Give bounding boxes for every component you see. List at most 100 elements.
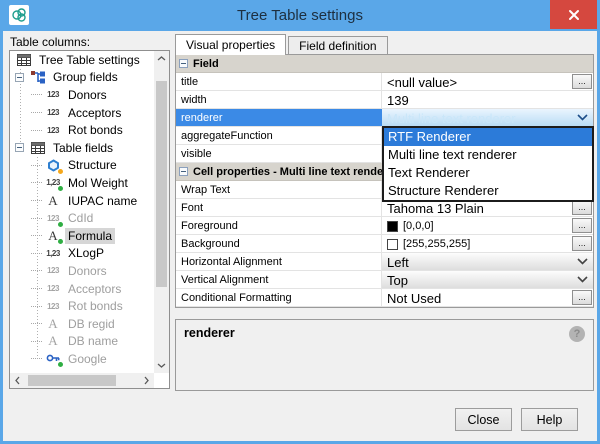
- property-value[interactable]: [0,0,0] ...: [382, 217, 593, 234]
- close-icon: [568, 9, 580, 21]
- table-columns-label: Table columns:: [10, 35, 90, 49]
- collapse-expander-icon[interactable]: [15, 143, 24, 152]
- dropdown-item-text-renderer[interactable]: Text Renderer: [384, 164, 592, 182]
- decimal-icon: 1,23: [44, 246, 62, 261]
- text-icon: A: [44, 193, 62, 208]
- renderer-combobox[interactable]: Multi line text renderer: [382, 109, 593, 126]
- scroll-down-icon[interactable]: [154, 358, 169, 373]
- property-row-background: Background [255,255,255] ...: [176, 235, 593, 253]
- property-label[interactable]: Horizontal Alignment: [176, 253, 382, 270]
- ellipsis-button[interactable]: ...: [572, 200, 592, 215]
- dropdown-item-multi-line-text-renderer[interactable]: Multi line text renderer: [384, 146, 592, 164]
- tree-item-mol-weight[interactable]: 1,23 Mol Weight: [10, 174, 154, 192]
- scroll-left-icon[interactable]: [10, 373, 25, 388]
- group-header-field[interactable]: Field: [176, 55, 593, 73]
- tree-item-donors[interactable]: 123 Donors: [10, 86, 154, 104]
- tree-item-google[interactable]: Google: [10, 350, 154, 368]
- tree-item-structure[interactable]: Structure: [10, 157, 154, 175]
- scrollbar-thumb[interactable]: [156, 81, 167, 287]
- title-bar[interactable]: Tree Table settings: [0, 0, 600, 31]
- renderer-dropdown-list: RTF Renderer Multi line text renderer Te…: [382, 126, 594, 202]
- key-icon: [44, 351, 62, 366]
- text-icon: A: [44, 334, 62, 349]
- help-button[interactable]: Help: [521, 408, 578, 431]
- property-label[interactable]: Conditional Formatting: [176, 289, 382, 306]
- property-label[interactable]: Wrap Text: [176, 181, 382, 198]
- collapse-expander-icon[interactable]: [15, 73, 24, 82]
- tree-item-tree-table-settings[interactable]: Tree Table settings: [10, 51, 154, 69]
- help-icon[interactable]: ?: [569, 326, 585, 342]
- tree-item-acceptors-2[interactable]: 123 Acceptors: [10, 280, 154, 298]
- scrollbar-thumb[interactable]: [28, 375, 116, 386]
- tree-item-cdid[interactable]: 123 CdId: [10, 209, 154, 227]
- window-title: Tree Table settings: [0, 7, 600, 24]
- property-row-foreground: Foreground [0,0,0] ...: [176, 217, 593, 235]
- property-value[interactable]: [255,255,255] ...: [382, 235, 593, 252]
- close-window-button[interactable]: [550, 0, 597, 29]
- property-label[interactable]: Vertical Alignment: [176, 271, 382, 288]
- tree-item-table-fields[interactable]: Table fields: [10, 139, 154, 157]
- collapse-group-icon[interactable]: [179, 59, 188, 68]
- tree-item-group-fields[interactable]: Group fields: [10, 69, 154, 87]
- property-label[interactable]: aggregateFunction: [176, 127, 382, 144]
- ellipsis-button[interactable]: ...: [572, 290, 592, 305]
- tab-visual-properties[interactable]: Visual properties: [175, 34, 286, 55]
- horizontal-alignment-combobox[interactable]: Left: [382, 253, 593, 270]
- tab-bar: Visual properties Field definition: [175, 34, 388, 55]
- integer-icon: 123: [44, 263, 62, 278]
- tree-item-rot-bonds-2[interactable]: 123 Rot bonds: [10, 297, 154, 315]
- structure-icon: [44, 158, 62, 173]
- tree-item-acceptors[interactable]: 123 Acceptors: [10, 104, 154, 122]
- property-label[interactable]: title: [176, 73, 382, 90]
- ellipsis-button[interactable]: ...: [572, 236, 592, 251]
- color-swatch: [387, 221, 398, 232]
- table-icon: [15, 52, 33, 67]
- tree-item-iupac-name[interactable]: A IUPAC name: [10, 192, 154, 210]
- tree-item-xlogp[interactable]: 1,23 XLogP: [10, 245, 154, 263]
- tree-item-db-regid[interactable]: A DB regid: [10, 315, 154, 333]
- tree-item-formula[interactable]: A Formula: [10, 227, 154, 245]
- description-title: renderer: [184, 326, 235, 340]
- property-value[interactable]: Not Used ...: [382, 289, 593, 306]
- app-icon: [9, 5, 29, 25]
- property-value[interactable]: <null value> ...: [382, 73, 593, 90]
- property-label[interactable]: width: [176, 91, 382, 108]
- ellipsis-button[interactable]: ...: [572, 74, 592, 89]
- decimal-icon: 1,23: [44, 175, 62, 190]
- scroll-right-icon[interactable]: [139, 373, 154, 388]
- property-label[interactable]: Foreground: [176, 217, 382, 234]
- tree-item-db-name[interactable]: A DB name: [10, 333, 154, 351]
- table-icon: [29, 140, 47, 155]
- property-row-horizontal-alignment: Horizontal Alignment Left: [176, 253, 593, 271]
- scroll-up-icon[interactable]: [154, 51, 169, 66]
- dialog-window: Tree Table settings Table columns: Tree …: [0, 0, 600, 444]
- calculated-badge-icon: [57, 361, 64, 368]
- property-label[interactable]: visible: [176, 145, 382, 162]
- tree-horizontal-scrollbar[interactable]: [10, 373, 154, 388]
- integer-icon: 123: [44, 211, 62, 226]
- tree-vertical-scrollbar[interactable]: [154, 51, 169, 373]
- tree-rows: Tree Table settings Group fields 123 Don…: [10, 51, 154, 373]
- text-icon: A: [44, 228, 62, 243]
- property-description-panel: renderer ?: [175, 319, 594, 391]
- property-row-conditional-formatting: Conditional Formatting Not Used ...: [176, 289, 593, 307]
- close-button[interactable]: Close: [455, 408, 512, 431]
- tree-item-donors-2[interactable]: 123 Donors: [10, 262, 154, 280]
- group-fields-icon: [29, 70, 47, 85]
- vertical-alignment-combobox[interactable]: Top: [382, 271, 593, 288]
- property-label[interactable]: Background: [176, 235, 382, 252]
- tab-field-definition[interactable]: Field definition: [288, 36, 387, 55]
- property-label[interactable]: renderer: [176, 109, 382, 126]
- dropdown-item-rtf-renderer[interactable]: RTF Renderer: [384, 128, 592, 146]
- dropdown-item-structure-renderer[interactable]: Structure Renderer: [384, 182, 592, 200]
- selected-tree-item-label: Formula: [65, 228, 115, 244]
- tree-item-rot-bonds[interactable]: 123 Rot bonds: [10, 121, 154, 139]
- ellipsis-button[interactable]: ...: [572, 218, 592, 233]
- property-value[interactable]: 139: [382, 91, 593, 108]
- chevron-down-icon: [577, 114, 588, 121]
- property-label[interactable]: Font: [176, 199, 382, 216]
- chevron-down-icon: [577, 276, 588, 283]
- integer-icon: 123: [44, 87, 62, 102]
- collapse-group-icon[interactable]: [179, 167, 188, 176]
- integer-icon: 123: [44, 281, 62, 296]
